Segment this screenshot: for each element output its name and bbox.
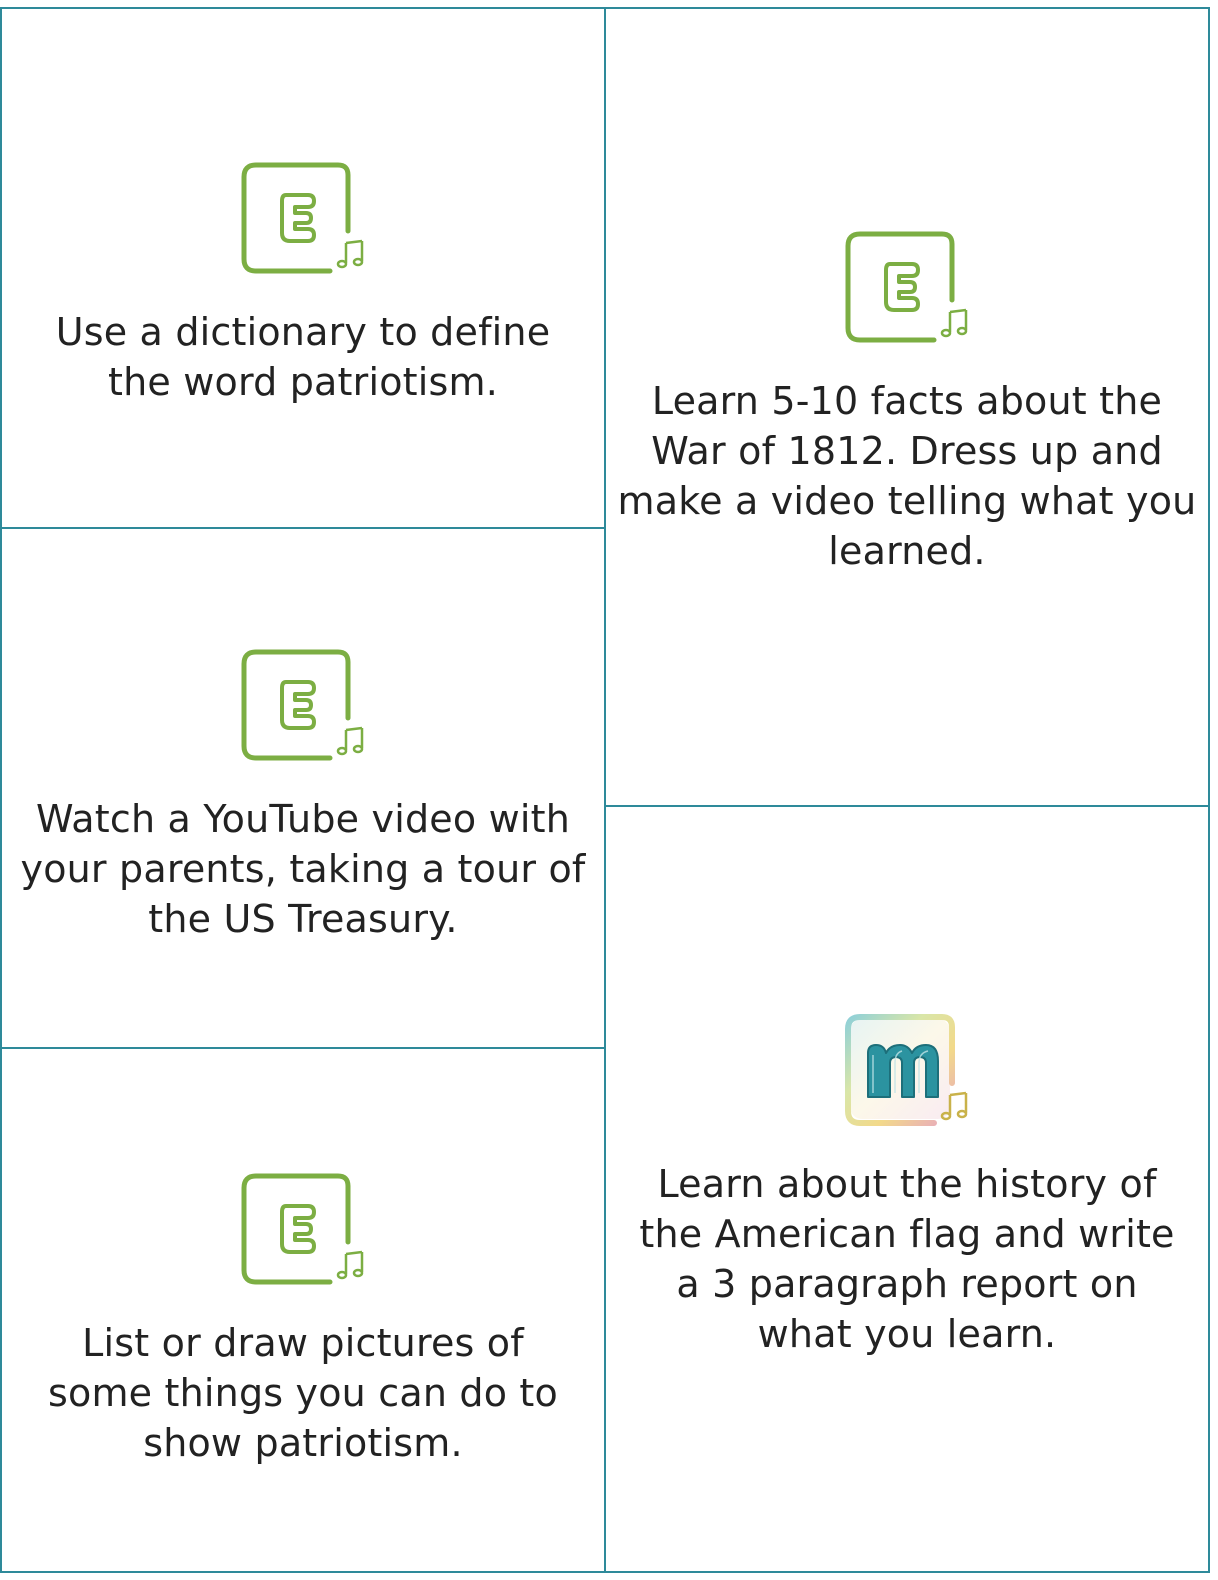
m-music-icon: [842, 1013, 972, 1129]
card-text: List or draw pictures of some things you…: [48, 1321, 558, 1465]
card-text: Watch a YouTube video with your parents,…: [20, 797, 586, 941]
card-text: Use a dictionary to define the word patr…: [55, 310, 551, 404]
activity-card-dictionary: Use a dictionary to define the word patr…: [0, 7, 606, 529]
activity-card-patriotism-list: List or draw pictures of some things you…: [0, 1047, 606, 1573]
e-music-icon: [238, 648, 368, 764]
e-music-icon: [238, 1172, 368, 1288]
card-text: Learn about the history of the American …: [639, 1162, 1175, 1356]
e-music-icon: [842, 230, 972, 346]
activity-card-war-of-1812: Learn 5-10 facts about the War of 1812. …: [604, 7, 1210, 807]
e-music-icon: [238, 161, 368, 277]
card-text: Learn 5-10 facts about the War of 1812. …: [617, 379, 1197, 573]
activity-card-american-flag: Learn about the history of the American …: [604, 805, 1210, 1573]
activity-card-youtube: Watch a YouTube video with your parents,…: [0, 527, 606, 1049]
activity-board: Use a dictionary to define the word patr…: [0, 7, 1210, 1573]
